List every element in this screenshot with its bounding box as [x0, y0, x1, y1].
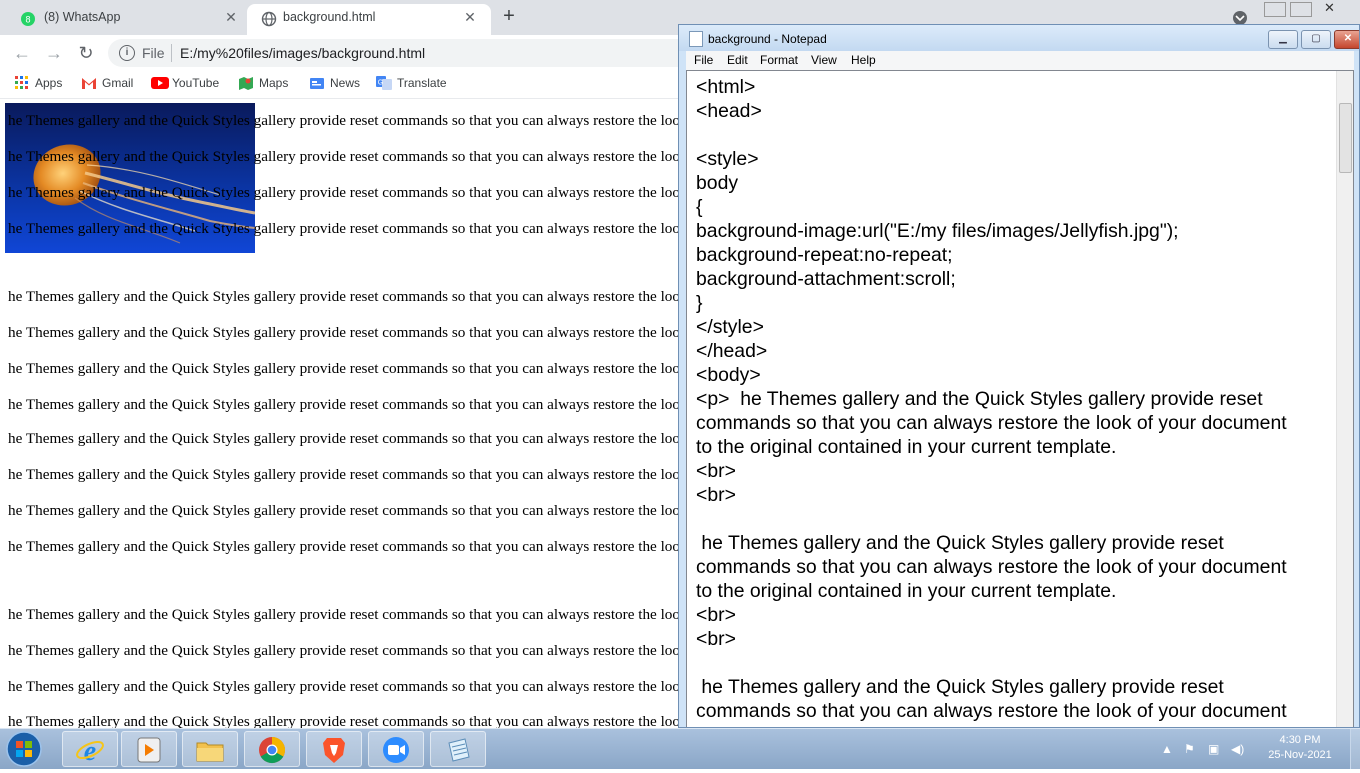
paragraph-line: he Themes gallery and the Quick Styles g…: [8, 678, 680, 695]
notepad-window: background - Notepad ▁ ▢ ✕ File Edit For…: [678, 24, 1360, 728]
taskbar-notepad[interactable]: [430, 731, 486, 767]
news-icon: [309, 76, 325, 90]
bookmark-label: Gmail: [102, 76, 134, 90]
internet-explorer-icon: e: [76, 736, 104, 765]
menu-edit[interactable]: Edit: [727, 53, 748, 67]
file-explorer-icon: [196, 742, 224, 762]
svg-text:e: e: [84, 736, 96, 765]
windows-orb-icon: [6, 731, 42, 767]
whatsapp-icon: 8: [20, 11, 36, 27]
menu-help[interactable]: Help: [851, 53, 876, 67]
bookmark-label: YouTube: [172, 76, 220, 90]
menu-file[interactable]: File: [694, 53, 713, 67]
menu-format[interactable]: Format: [760, 53, 798, 67]
chrome-icon: [259, 736, 286, 764]
globe-icon: [261, 11, 277, 27]
minimize-button[interactable]: ▁: [1268, 30, 1298, 49]
bookmark-label: News: [330, 76, 361, 90]
paragraph-line: he Themes gallery and the Quick Styles g…: [8, 184, 680, 201]
taskbar-media-player[interactable]: [121, 731, 177, 767]
start-button[interactable]: [4, 730, 44, 768]
bookmark-gmail[interactable]: Gmail: [81, 76, 133, 90]
taskbar-chrome[interactable]: [244, 731, 300, 767]
zoom-icon: [383, 737, 409, 763]
translate-icon: G: [376, 76, 392, 90]
bookmark-label: Apps: [35, 76, 63, 90]
close-icon[interactable]: ✕: [222, 8, 240, 26]
notepad-menubar: File Edit Format View Help: [686, 51, 1354, 70]
paragraph-line: he Themes gallery and the Quick Styles g…: [8, 148, 680, 165]
taskbar-file-explorer[interactable]: [182, 731, 238, 767]
clock-date: 25-Nov-2021: [1268, 749, 1332, 761]
new-tab-button[interactable]: +: [498, 5, 520, 27]
paragraph-line: he Themes gallery and the Quick Styles g…: [8, 606, 680, 623]
scrollbar-thumb[interactable]: [1339, 103, 1352, 173]
paragraph-line: he Themes gallery and the Quick Styles g…: [8, 430, 680, 447]
close-button[interactable]: ✕: [1334, 30, 1359, 49]
info-icon[interactable]: i: [119, 45, 135, 61]
brave-icon: [323, 738, 345, 763]
tab-whatsapp[interactable]: 8 (8) WhatsApp ✕: [0, 4, 247, 35]
bookmark-maps[interactable]: Maps: [238, 76, 288, 90]
url-text[interactable]: E:/my%20files/images/background.html: [180, 45, 425, 61]
show-desktop-button[interactable]: [1350, 729, 1360, 769]
vertical-scrollbar[interactable]: [1336, 71, 1353, 727]
paragraph-line: he Themes gallery and the Quick Styles g…: [8, 360, 680, 377]
close-window-button[interactable]: ✕: [1324, 0, 1335, 16]
apps-grid-icon: [14, 76, 30, 90]
paragraph-line: he Themes gallery and the Quick Styles g…: [8, 324, 680, 341]
maps-icon: [238, 76, 254, 90]
paragraph-line: he Themes gallery and the Quick Styles g…: [8, 538, 680, 555]
paragraph-line: he Themes gallery and the Quick Styles g…: [8, 713, 680, 728]
flag-icon[interactable]: ⚑: [1184, 742, 1195, 756]
paragraph-line: he Themes gallery and the Quick Styles g…: [8, 642, 680, 659]
svg-text:8: 8: [25, 15, 30, 25]
tab-title: background.html: [283, 10, 376, 24]
window-title: background - Notepad: [708, 32, 827, 46]
svg-text:G: G: [378, 80, 383, 87]
bookmark-news[interactable]: News: [309, 76, 360, 90]
taskbar-brave[interactable]: [306, 731, 362, 767]
tab-background-html[interactable]: background.html ✕: [247, 4, 491, 35]
bookmark-label: Translate: [397, 76, 447, 90]
clock-time: 4:30 PM: [1279, 734, 1321, 746]
taskbar: e ▲ ⚑ ▣ ◀) 4:30 PM 25-Nov-2021: [0, 728, 1360, 769]
paragraph-line: he Themes gallery and the Quick Styles g…: [8, 466, 680, 483]
volume-icon[interactable]: ◀): [1231, 742, 1244, 756]
minimize-button[interactable]: [1264, 2, 1286, 17]
paragraph-line: he Themes gallery and the Quick Styles g…: [8, 288, 680, 305]
media-player-icon: [137, 737, 161, 763]
taskbar-zoom[interactable]: [368, 731, 424, 767]
bookmark-youtube[interactable]: YouTube: [151, 76, 219, 90]
paragraph-line: he Themes gallery and the Quick Styles g…: [8, 502, 680, 519]
chevron-up-icon[interactable]: ▲: [1161, 742, 1173, 756]
notepad-titlebar[interactable]: background - Notepad ▁ ▢ ✕: [679, 25, 1359, 51]
youtube-icon: [151, 76, 169, 90]
notepad-icon: [689, 31, 703, 47]
tab-title: (8) WhatsApp: [44, 10, 121, 24]
paragraph-line: he Themes gallery and the Quick Styles g…: [8, 220, 680, 237]
divider: [171, 44, 172, 62]
maximize-button[interactable]: ▢: [1301, 30, 1331, 49]
notepad-icon: [448, 738, 470, 762]
bookmark-translate[interactable]: G Translate: [376, 76, 447, 90]
editor-text[interactable]: <html> <head> <style> body { background-…: [696, 75, 1287, 723]
page-content: he Themes gallery and the Quick Styles g…: [0, 102, 680, 728]
notepad-editor[interactable]: <html> <head> <style> body { background-…: [686, 70, 1354, 727]
scheme-label: File: [142, 45, 165, 61]
gmail-icon: [81, 76, 97, 90]
maximize-button[interactable]: [1290, 2, 1312, 17]
bookmark-label: Maps: [259, 76, 289, 90]
forward-button[interactable]: →: [42, 41, 66, 65]
clock[interactable]: 4:30 PM 25-Nov-2021: [1256, 733, 1344, 763]
back-button[interactable]: ←: [10, 41, 34, 65]
menu-view[interactable]: View: [811, 53, 837, 67]
taskbar-internet-explorer[interactable]: e: [62, 731, 118, 767]
paragraph-line: he Themes gallery and the Quick Styles g…: [8, 112, 680, 129]
bookmark-apps[interactable]: Apps: [14, 76, 62, 90]
close-icon[interactable]: ✕: [461, 8, 479, 26]
paragraph-line: he Themes gallery and the Quick Styles g…: [8, 396, 680, 413]
reload-button[interactable]: ↻: [74, 41, 98, 65]
network-icon[interactable]: ▣: [1208, 742, 1219, 756]
